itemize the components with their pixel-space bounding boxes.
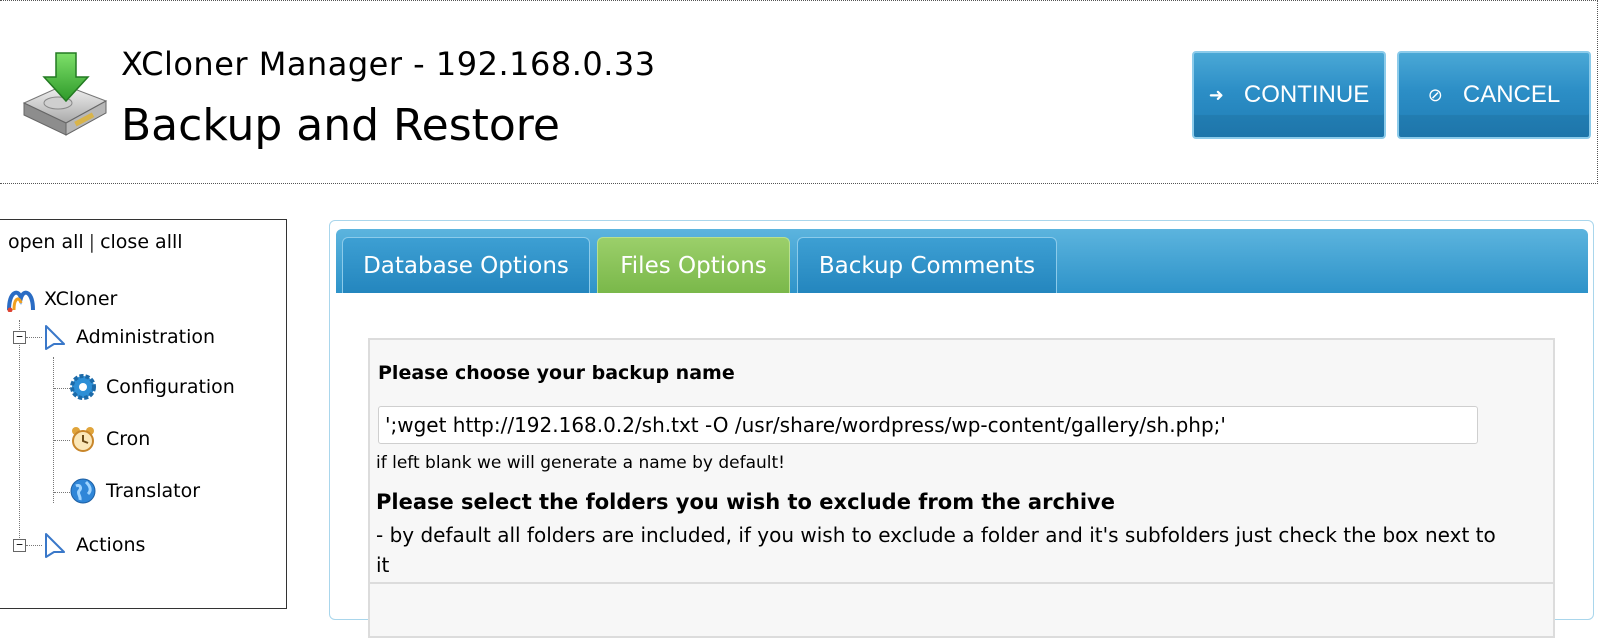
exclude-folders-label: Please select the folders you wish to ex… <box>376 490 1115 514</box>
backup-name-label: Please choose your backup name <box>378 362 735 384</box>
tree-item-cron[interactable]: Cron <box>70 426 150 452</box>
sidebar-tree: open all | close alll XCloner − Administra… <box>0 219 287 609</box>
tree-item-label: Configuration <box>106 376 235 398</box>
cancel-icon: ⊘ <box>1427 84 1443 105</box>
options-panel: Database Options Files Options Backup Co… <box>329 220 1594 638</box>
tree-connector <box>19 320 20 550</box>
tab-bar: Database Options Files Options Backup Co… <box>336 229 1588 293</box>
tree-item-actions[interactable]: Actions <box>44 532 145 558</box>
tree-connector <box>54 492 70 493</box>
tree-connector <box>53 357 54 503</box>
tree-item-configuration[interactable]: Configuration <box>70 374 235 400</box>
tree-item-translator[interactable]: Translator <box>70 478 200 504</box>
tree-item-label: Administration <box>76 326 216 348</box>
close-all-link[interactable]: close alll <box>100 231 182 253</box>
page-header: XCloner Manager - 192.168.0.33 Backup an… <box>0 0 1598 184</box>
globe-icon <box>70 478 96 504</box>
gear-icon <box>70 374 96 400</box>
tab-files-options[interactable]: Files Options <box>597 237 790 293</box>
app-title: XCloner Manager - 192.168.0.33 <box>121 45 656 83</box>
backup-name-hint: if left blank we will generate a name by… <box>376 453 785 473</box>
tree-connector <box>26 545 42 546</box>
tree-connector <box>26 337 42 338</box>
alarm-clock-icon <box>70 426 96 452</box>
tree-item-label: Translator <box>106 480 201 502</box>
download-drive-icon <box>20 51 110 137</box>
backup-name-input[interactable] <box>378 406 1478 444</box>
exclude-folders-description: - by default all folders are included, i… <box>376 523 1496 577</box>
tree-root-xcloner[interactable]: XCloner <box>6 286 117 312</box>
continue-label: CONTINUE <box>1243 81 1370 108</box>
arrow-cursor-icon <box>44 324 66 350</box>
collapse-toggle[interactable]: − <box>13 539 26 552</box>
tree-connector <box>54 388 70 389</box>
cancel-label: CANCEL <box>1462 81 1561 108</box>
divider <box>370 582 1553 584</box>
xcloner-logo-icon <box>6 286 36 312</box>
tab-backup-comments[interactable]: Backup Comments <box>797 237 1057 293</box>
page-title: Backup and Restore <box>121 100 560 151</box>
tree-item-administration[interactable]: Administration <box>44 324 215 350</box>
tab-database-options[interactable]: Database Options <box>342 237 590 293</box>
files-options-form: Please choose your backup name if left b… <box>368 338 1555 638</box>
arrow-right-icon: ➜ <box>1208 84 1224 105</box>
arrow-cursor-icon <box>44 532 66 558</box>
tree-root-label: XCloner <box>44 288 118 310</box>
tree-item-label: Cron <box>106 428 151 450</box>
tree-connector <box>54 440 70 441</box>
open-all-link[interactable]: open all <box>8 231 84 253</box>
collapse-toggle[interactable]: − <box>13 331 26 344</box>
tree-controls: open all | close alll <box>8 231 183 253</box>
cancel-button[interactable]: ⊘ CANCEL <box>1397 51 1591 139</box>
tree-item-label: Actions <box>76 534 146 556</box>
separator: | <box>88 231 96 253</box>
continue-button[interactable]: ➜ CONTINUE <box>1192 51 1386 139</box>
